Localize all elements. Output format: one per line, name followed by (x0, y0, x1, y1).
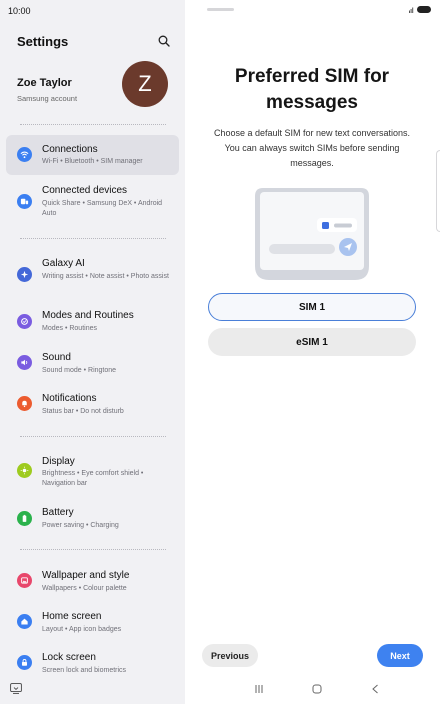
settings-item-wallpaper[interactable]: Wallpaper and style Wallpapers • Colour … (6, 564, 179, 600)
settings-item-sub: Brightness • Eye comfort shield • Naviga… (42, 470, 144, 487)
settings-item-title: Lock screen (42, 652, 96, 663)
settings-item-modes-routines[interactable]: Modes and Routines Modes • Routines (6, 304, 179, 340)
next-button[interactable]: Next (377, 644, 423, 667)
settings-item-notifications[interactable]: Notifications Status bar • Do not distur… (6, 387, 179, 423)
settings-item-title: Connections (42, 144, 98, 155)
divider (20, 238, 166, 239)
edge-panel-handle[interactable] (436, 150, 440, 232)
sun-icon (17, 463, 32, 478)
settings-item-galaxy-ai[interactable]: Galaxy AI Writing assist • Note assist •… (6, 252, 179, 296)
settings-item-title: Sound (42, 352, 71, 363)
battery-icon (17, 511, 32, 526)
bell-icon (17, 396, 32, 411)
dialog-title: Preferred SIM for messages (202, 64, 422, 116)
home-icon (17, 614, 32, 629)
avatar[interactable]: Z (122, 61, 168, 107)
profile-name[interactable]: Zoe Taylor (17, 77, 72, 89)
status-pill (207, 8, 234, 11)
settings-item-sub: Screen lock and biometrics (42, 667, 127, 674)
messages-illustration (255, 188, 369, 280)
settings-item-sub: Quick Share • Samsung DeX • Android Auto (42, 200, 163, 217)
modes-icon (17, 314, 32, 329)
divider (20, 549, 166, 550)
dialog-desc-line3: messages. (290, 158, 334, 168)
settings-item-home-screen[interactable]: Home screen Layout • App icon badges (6, 605, 179, 641)
settings-item-sub: Power saving • Charging (42, 522, 119, 529)
speaker-icon (17, 355, 32, 370)
status-time: 10:00 (8, 6, 31, 16)
settings-item-connected-devices[interactable]: Connected devices Quick Share • Samsung … (6, 180, 179, 224)
settings-item-title: Wallpaper and style (42, 570, 130, 581)
settings-item-sub: Status bar • Do not disturb (42, 408, 124, 415)
settings-item-sub: Wi-Fi • Bluetooth • SIM manager (42, 158, 143, 165)
settings-item-connections[interactable]: Connections Wi-Fi • Bluetooth • SIM mana… (6, 135, 179, 175)
settings-item-title: Display (42, 456, 75, 467)
settings-item-sub: Writing assist • Note assist • Photo ass… (42, 273, 169, 280)
wallpaper-icon (17, 573, 32, 588)
settings-item-sub: Sound mode • Ringtone (42, 367, 117, 374)
settings-item-sound[interactable]: Sound Sound mode • Ringtone (6, 346, 179, 382)
settings-item-title: Battery (42, 507, 74, 518)
dialog-description: Choose a default SIM for new text conver… (200, 126, 424, 171)
profile-account: Samsung account (17, 94, 78, 103)
settings-item-title: Home screen (42, 611, 102, 622)
wifi-icon (17, 147, 32, 162)
recents-icon[interactable] (254, 684, 264, 694)
dialog-title-line2: messages (266, 92, 358, 113)
settings-item-display[interactable]: Display Brightness • Eye comfort shield … (6, 450, 179, 494)
signal-battery-icon (409, 6, 431, 13)
settings-title: Settings (17, 34, 69, 49)
settings-item-title: Modes and Routines (42, 310, 134, 321)
settings-item-battery[interactable]: Battery Power saving • Charging (6, 502, 179, 538)
dialog-title-line1: Preferred SIM for (234, 66, 390, 87)
settings-item-sub: Modes • Routines (42, 325, 97, 332)
devices-icon (17, 194, 32, 209)
divider (20, 124, 166, 125)
sparkle-icon (17, 267, 32, 282)
settings-item-title: Connected devices (42, 185, 128, 196)
keyboard-toggle-icon[interactable] (10, 683, 22, 694)
settings-item-sub: Wallpapers • Colour palette (42, 585, 127, 592)
lock-icon (17, 655, 32, 670)
settings-item-title: Galaxy AI (42, 258, 85, 269)
back-icon[interactable] (371, 684, 379, 694)
home-nav-icon[interactable] (312, 684, 322, 694)
sim-option-sim1[interactable]: SIM 1 (208, 293, 416, 321)
settings-item-title: Notifications (42, 393, 97, 404)
settings-item-sub: Layout • App icon badges (42, 626, 122, 633)
sim-option-esim1[interactable]: eSIM 1 (208, 328, 416, 356)
previous-button[interactable]: Previous (202, 644, 258, 667)
avatar-letter: Z (138, 71, 152, 96)
divider (20, 436, 166, 437)
settings-panel: 10:00 Settings Zoe Taylor Samsung accoun… (0, 0, 185, 704)
dialog-desc-line2: You can always switch SIMs before sendin… (224, 143, 400, 153)
search-icon[interactable] (158, 35, 170, 47)
settings-item-lock-screen[interactable]: Lock screen Screen lock and biometrics (6, 646, 179, 678)
dialog-desc-line1: Choose a default SIM for new text conver… (213, 128, 411, 138)
